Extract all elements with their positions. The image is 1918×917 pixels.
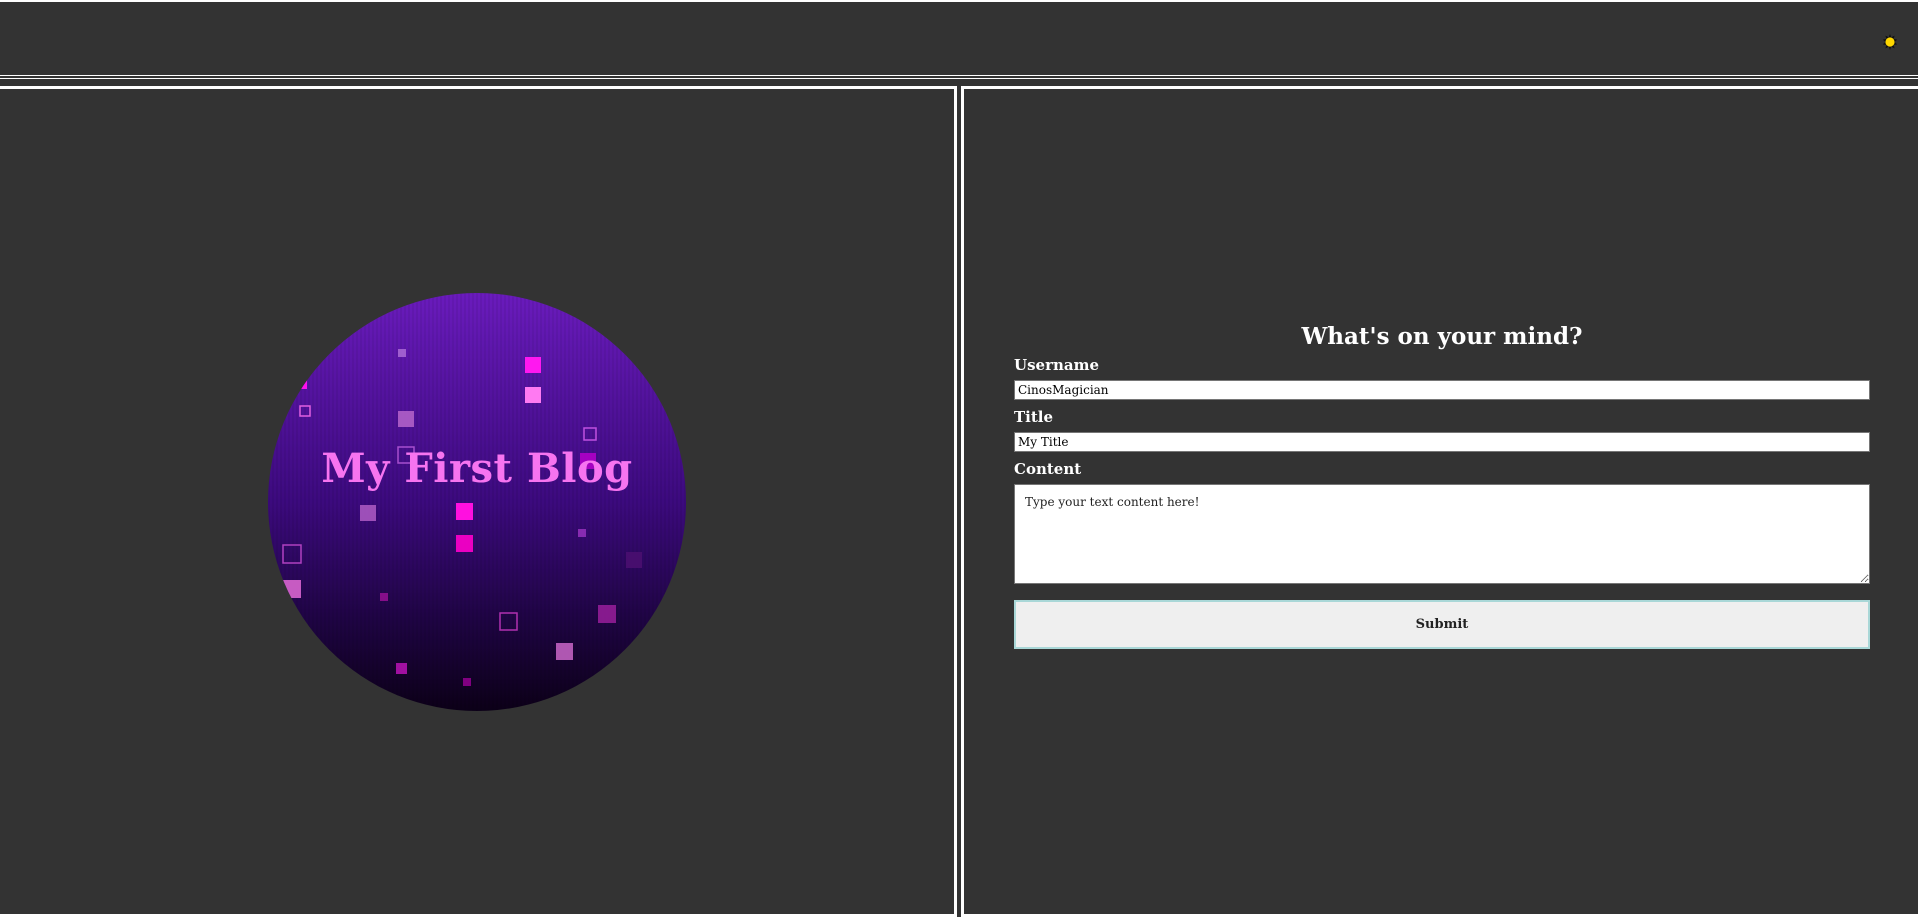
title-label: Title (1014, 408, 1054, 426)
pixel-square (578, 529, 586, 537)
form-panel: What's on your mind? Username Title Cont… (961, 86, 1918, 917)
pixel-square (626, 552, 642, 568)
pixel-square (556, 643, 573, 660)
pixel-square (283, 580, 301, 598)
pixel-art-background (268, 293, 686, 711)
pixel-square (456, 503, 473, 520)
pixel-square (398, 349, 406, 357)
sun-icon (1882, 34, 1898, 50)
submit-button[interactable]: Submit (1014, 600, 1870, 649)
pixel-square (463, 678, 471, 686)
pixel-square (525, 357, 541, 373)
pixel-square (398, 411, 414, 427)
title-input[interactable] (1014, 432, 1870, 452)
pixel-square (396, 663, 407, 674)
pixel-square (456, 535, 473, 552)
blog-banner-circle: My First Blog (268, 293, 686, 711)
pixel-square (598, 605, 616, 623)
pixel-square (360, 505, 376, 521)
pixel-square (580, 453, 596, 469)
form-heading: What's on your mind? (1301, 323, 1583, 350)
pixel-square (297, 379, 307, 389)
content-textarea[interactable]: Type your text content here! (1014, 484, 1870, 584)
pixel-square (525, 387, 541, 403)
hero-panel: My First Blog (0, 86, 957, 917)
username-label: Username (1014, 356, 1100, 374)
content-label: Content (1014, 460, 1082, 478)
pixel-square (298, 376, 304, 382)
username-input[interactable] (1014, 380, 1870, 400)
post-form: What's on your mind? Username Title Cont… (1014, 323, 1870, 649)
top-bar (0, 0, 1918, 79)
theme-toggle-button[interactable] (1882, 34, 1898, 50)
pixel-square (380, 593, 388, 601)
